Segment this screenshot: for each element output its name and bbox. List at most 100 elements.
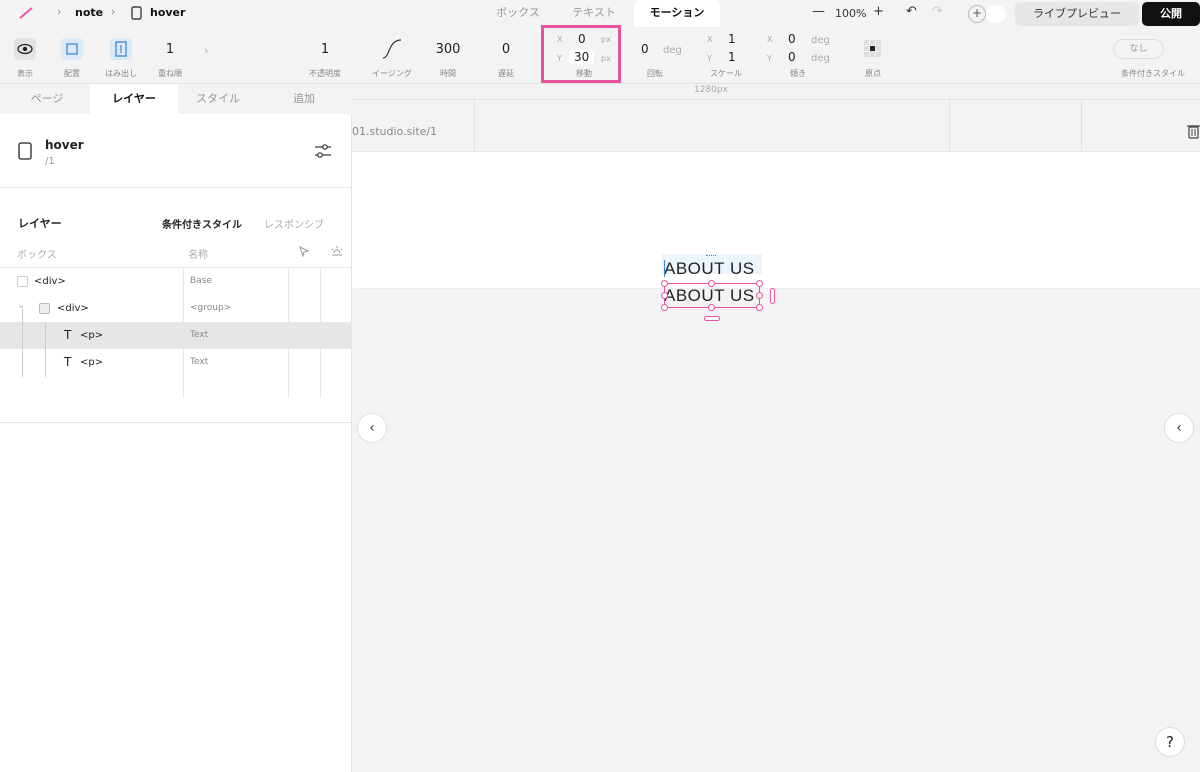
skew-x-input[interactable]: 0 <box>788 32 796 46</box>
origin-grid-icon[interactable] <box>864 40 882 58</box>
chevron-right-icon[interactable]: › <box>204 44 208 57</box>
tab-box[interactable]: ボックス <box>482 0 554 27</box>
zoom-out-button[interactable]: — <box>812 4 825 19</box>
page-icon <box>18 142 32 160</box>
tab-styles[interactable]: スタイル <box>174 84 262 114</box>
layer-heading: レイヤー <box>18 217 62 230</box>
right-drag-handle[interactable] <box>770 288 775 304</box>
collapse-left-icon[interactable]: ‹ <box>357 413 387 443</box>
studio-logo-icon[interactable] <box>18 6 34 20</box>
col-name-header: 名称 <box>188 250 208 261</box>
skew-x-label: X <box>767 35 773 44</box>
text-icon: T <box>64 328 72 342</box>
resize-handle[interactable] <box>708 304 715 311</box>
breadcrumb-page[interactable]: hover <box>150 6 185 19</box>
collapse-right-icon[interactable]: ‹ <box>1164 413 1194 443</box>
tab-pages[interactable]: ページ <box>3 84 91 114</box>
undo-icon[interactable]: ↶ <box>906 4 917 19</box>
rotate-input[interactable]: 0 <box>641 42 649 56</box>
easing-label: イージング <box>372 69 412 78</box>
tab-motion[interactable]: モーション <box>634 0 720 27</box>
layer-row[interactable]: <div> Base <box>0 268 352 295</box>
layer-row-selected[interactable]: T <p> Text <box>0 322 352 349</box>
resize-handle[interactable] <box>756 304 763 311</box>
easing-curve-icon[interactable] <box>380 37 404 61</box>
conditional-style-select[interactable]: なし <box>1113 39 1164 59</box>
resize-handle[interactable] <box>661 292 668 299</box>
trash-icon[interactable] <box>1187 123 1200 139</box>
chevron-right-icon: › <box>57 5 62 18</box>
scale-x-input[interactable]: 1 <box>728 32 736 46</box>
layer-tab-conditional[interactable]: 条件付きスタイル <box>162 216 242 231</box>
layer-row[interactable]: ⌄ <div> <group> <box>0 295 352 322</box>
group-icon <box>39 303 50 314</box>
opacity-value[interactable]: 1 <box>314 42 336 57</box>
align-label: 配置 <box>64 69 80 78</box>
layer-panel: ページ レイヤー スタイル 追加 hover /1 レイヤー 条件付きスタイル … <box>0 84 352 772</box>
eye-icon[interactable] <box>14 38 36 60</box>
skew-label: 傾き <box>790 69 806 78</box>
delay-value[interactable]: 0 <box>496 42 516 57</box>
duration-label: 時間 <box>440 69 456 78</box>
move-x-label: X <box>557 35 563 44</box>
url-bar: 01.studio.site/1 <box>352 100 1200 152</box>
zindex-value[interactable]: 1 <box>160 42 180 57</box>
page-path: /1 <box>45 156 55 167</box>
zoom-in-button[interactable]: + <box>873 4 884 19</box>
overflow-icon[interactable] <box>110 38 132 60</box>
position-icon[interactable] <box>61 38 83 60</box>
resize-handle[interactable] <box>756 280 763 287</box>
width-ruler: 1280px <box>352 84 1200 100</box>
tab-add[interactable]: 追加 <box>260 84 348 114</box>
resize-handle[interactable] <box>756 292 763 299</box>
page-frame[interactable] <box>352 152 1200 288</box>
skew-y-input[interactable]: 0 <box>788 50 796 64</box>
spacing-indicator <box>706 255 716 257</box>
avatar[interactable] <box>986 5 1006 23</box>
bottom-drag-handle[interactable] <box>704 316 720 321</box>
text-icon: T <box>64 355 72 369</box>
checkbox-icon[interactable] <box>17 276 28 287</box>
page-title: hover <box>45 138 84 152</box>
page-icon <box>131 6 142 20</box>
ruler-width-label: 1280px <box>694 85 728 95</box>
move-label: 移動 <box>576 69 592 78</box>
empty-section[interactable] <box>358 288 1200 772</box>
page-url[interactable]: 01.studio.site/1 <box>352 125 437 138</box>
sunset-icon <box>331 246 343 256</box>
top-bar: › note › hover ボックス テキスト モーション — 100% + … <box>0 0 1200 27</box>
text-about-us-1[interactable]: ABOUT US <box>664 259 755 279</box>
help-button[interactable]: ? <box>1155 727 1185 757</box>
settings-sliders-icon[interactable] <box>314 143 332 159</box>
zindex-label: 重ね順 <box>158 69 182 78</box>
redo-icon[interactable]: ↷ <box>932 4 943 19</box>
scale-y-label: Y <box>707 54 712 63</box>
add-icon[interactable]: + <box>968 5 986 23</box>
layer-name: Text <box>190 357 209 367</box>
col-box-header: ボックス <box>17 250 57 261</box>
duration-value[interactable]: 300 <box>432 42 464 57</box>
move-y-input[interactable]: 30 <box>569 50 595 64</box>
publish-button[interactable]: 公開 <box>1142 2 1200 26</box>
scale-label: スケール <box>710 69 742 78</box>
resize-handle[interactable] <box>708 280 715 287</box>
tab-text[interactable]: テキスト <box>558 0 630 27</box>
motion-toolbar: 表示 配置 はみ出し 1 重ね順 › 1 不透明度 イージング 300 時間 0… <box>0 25 1200 84</box>
move-x-input[interactable]: 0 <box>578 32 586 46</box>
scale-y-input[interactable]: 1 <box>728 50 736 64</box>
breadcrumb-project[interactable]: note <box>75 6 103 19</box>
resize-handle[interactable] <box>661 280 668 287</box>
cursor-icon <box>299 246 310 257</box>
layer-box-tag: <p> <box>80 330 104 341</box>
move-x-unit: px <box>601 35 611 44</box>
zoom-level[interactable]: 100% <box>835 7 866 20</box>
resize-handle[interactable] <box>661 304 668 311</box>
layer-row[interactable]: T <p> Text <box>0 349 352 376</box>
rotate-label: 回転 <box>647 69 663 78</box>
live-preview-button[interactable]: ライブプレビュー <box>1015 2 1139 26</box>
layer-name: Base <box>190 276 212 286</box>
scale-x-label: X <box>707 35 713 44</box>
tab-layers[interactable]: レイヤー <box>90 84 178 114</box>
layer-tab-responsive[interactable]: レスポンシブ <box>264 216 324 231</box>
design-canvas[interactable]: 1280px 01.studio.site/1 ABOUT US ABOUT U… <box>352 84 1200 772</box>
